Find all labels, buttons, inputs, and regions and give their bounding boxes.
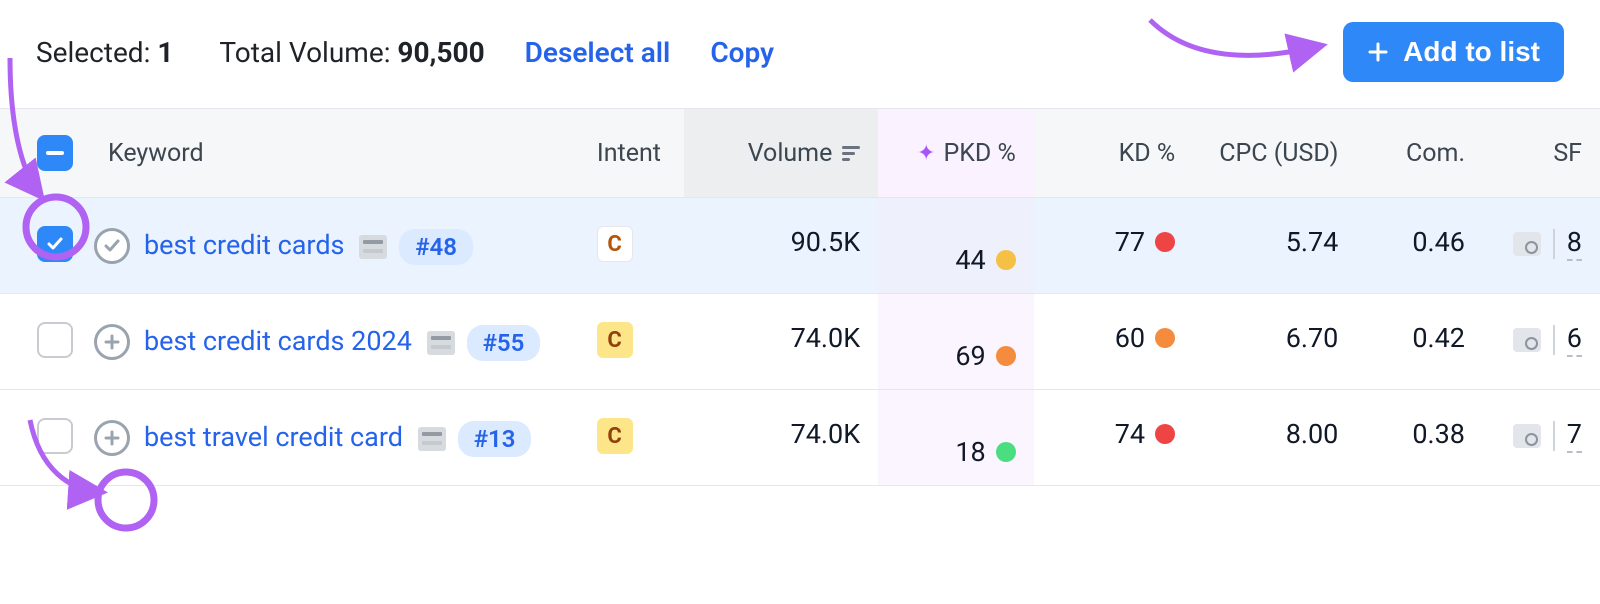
cpc-cell: 8.00: [1193, 418, 1356, 450]
keyword-link[interactable]: best credit cards 2024: [144, 325, 412, 357]
sf-count[interactable]: 7: [1567, 418, 1582, 453]
col-pkd-header[interactable]: ✦ PKD %: [878, 109, 1034, 197]
volume-cell: 74.0K: [684, 418, 878, 450]
kd-cell: 60: [1034, 322, 1193, 354]
table-row: best travel credit card #13 C 74.0K18748.0…: [0, 390, 1600, 486]
serp-snapshot-icon[interactable]: [418, 427, 446, 451]
check-circle-icon[interactable]: [94, 228, 130, 264]
serp-features-icon[interactable]: [1513, 424, 1541, 448]
col-intent-header[interactable]: Intent: [579, 109, 684, 197]
difficulty-dot-icon: [996, 250, 1016, 270]
intent-badge[interactable]: C: [597, 418, 633, 454]
copy-link[interactable]: Copy: [710, 36, 774, 69]
col-sf-header[interactable]: SF: [1483, 109, 1600, 197]
serp-features-icon[interactable]: [1513, 328, 1541, 352]
selected-count: 1: [157, 36, 173, 69]
add-to-list-label: Add to list: [1403, 36, 1540, 68]
row-checkbox[interactable]: [37, 226, 73, 262]
rank-pill[interactable]: #55: [467, 325, 541, 361]
com-cell: 0.38: [1356, 418, 1483, 450]
difficulty-dot-icon: [996, 346, 1016, 366]
sf-count[interactable]: 6: [1567, 322, 1582, 357]
col-cpc-header[interactable]: CPC (USD): [1193, 109, 1356, 197]
difficulty-dot-icon: [1155, 424, 1175, 444]
kd-cell: 77: [1034, 226, 1193, 258]
total-volume-value: 90,500: [397, 36, 484, 69]
keyword-link[interactable]: best credit cards: [144, 229, 345, 261]
action-bar: Selected: 1 Total Volume: 90,500 Deselec…: [0, 0, 1600, 108]
difficulty-dot-icon: [1155, 232, 1175, 252]
kd-cell: 74: [1034, 418, 1193, 450]
sort-desc-icon: [842, 146, 860, 161]
total-volume-label: Total Volume: 90,500: [219, 36, 484, 69]
col-com-header[interactable]: Com.: [1356, 109, 1483, 197]
volume-cell: 90.5K: [684, 226, 878, 258]
plus-icon: [1367, 41, 1389, 63]
sf-count[interactable]: 8: [1567, 226, 1582, 261]
table-row: best credit cards 2024 #55 C 74.0K69606.70…: [0, 294, 1600, 390]
cpc-cell: 5.74: [1193, 226, 1356, 258]
keyword-link[interactable]: best travel credit card: [144, 421, 403, 453]
plus-circle-icon[interactable]: [94, 420, 130, 456]
table-body: best credit cards #48 C 90.5K44775.740.46 8…: [0, 198, 1600, 486]
intent-badge[interactable]: C: [597, 322, 633, 358]
selected-label: Selected: 1: [36, 36, 173, 69]
serp-features-icon[interactable]: [1513, 232, 1541, 256]
serp-snapshot-icon[interactable]: [427, 331, 455, 355]
col-volume-header[interactable]: Volume: [684, 109, 878, 197]
row-checkbox[interactable]: [37, 322, 73, 358]
add-to-list-button[interactable]: Add to list: [1343, 22, 1564, 82]
pkd-cell: 18: [878, 390, 1034, 485]
col-kd-header[interactable]: KD %: [1034, 109, 1193, 197]
sparkle-icon: ✦: [917, 141, 935, 166]
select-all-checkbox[interactable]: [37, 135, 73, 171]
pkd-cell: 44: [878, 198, 1034, 293]
intent-badge[interactable]: C: [597, 226, 633, 262]
difficulty-dot-icon: [1155, 328, 1175, 348]
deselect-all-link[interactable]: Deselect all: [525, 36, 671, 69]
difficulty-dot-icon: [996, 442, 1016, 462]
col-keyword-header[interactable]: Keyword: [82, 109, 579, 197]
pkd-cell: 69: [878, 294, 1034, 389]
rank-pill[interactable]: #48: [399, 229, 473, 265]
com-cell: 0.46: [1356, 226, 1483, 258]
table-header: Keyword Intent Volume ✦ PKD % KD % CPC (…: [0, 108, 1600, 198]
table-row: best credit cards #48 C 90.5K44775.740.46 8: [0, 198, 1600, 294]
serp-snapshot-icon[interactable]: [359, 235, 387, 259]
row-checkbox[interactable]: [37, 418, 73, 454]
com-cell: 0.42: [1356, 322, 1483, 354]
volume-cell: 74.0K: [684, 322, 878, 354]
plus-circle-icon[interactable]: [94, 324, 130, 360]
cpc-cell: 6.70: [1193, 322, 1356, 354]
rank-pill[interactable]: #13: [458, 421, 532, 457]
